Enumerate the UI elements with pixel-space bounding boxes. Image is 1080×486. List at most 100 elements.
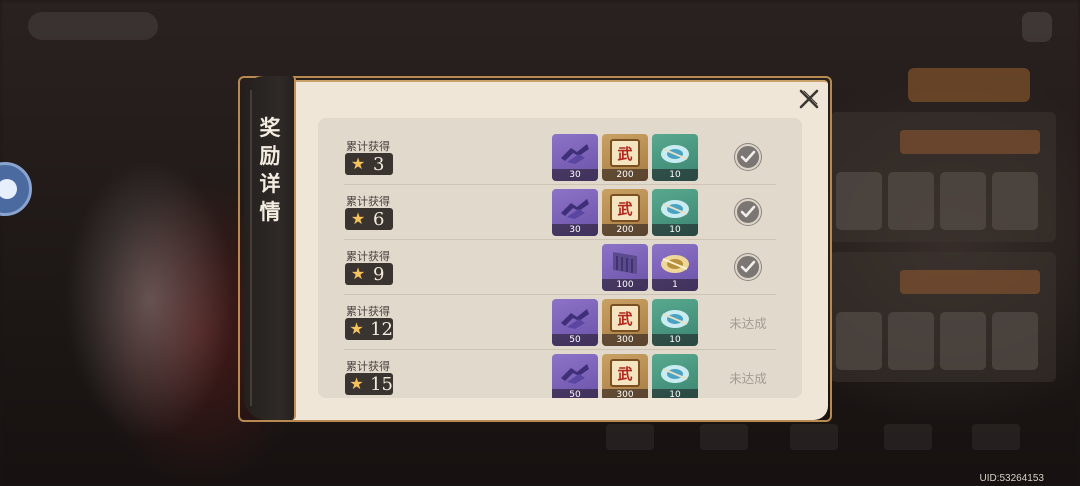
reward-quantity: 50 xyxy=(552,389,598,398)
reward-quantity: 30 xyxy=(552,224,598,236)
star-icon: ★ xyxy=(350,154,366,173)
reward-items: 30 武 200 10 xyxy=(552,134,698,181)
background-panel-2 xyxy=(830,252,1056,382)
reward-quantity: 1 xyxy=(652,279,698,291)
reward-list: 累计获得 ★ 3 30 武 200 10 累计获得 ★ 6 30 武 200 10 累计获得 ★ 9 100 1 累计… xyxy=(318,118,802,398)
star-count: 15 xyxy=(370,373,393,395)
reward-item-fan-token[interactable]: 10 xyxy=(652,189,698,236)
reward-item-martial-scroll[interactable]: 武 300 xyxy=(602,354,648,398)
gold-token-icon xyxy=(652,248,698,278)
reward-item-fan-token[interactable]: 10 xyxy=(652,354,698,398)
person-icon xyxy=(0,179,17,199)
dialog-side-tab: 奖励详情 xyxy=(244,76,296,420)
star-count: 12 xyxy=(370,318,393,340)
star-requirement: ★ 9 xyxy=(345,263,393,285)
fan-token-icon xyxy=(652,358,698,388)
reward-quantity: 200 xyxy=(602,224,648,236)
scroll-glyph: 武 xyxy=(610,304,640,332)
fan-token-icon xyxy=(652,193,698,223)
star-count: 6 xyxy=(373,208,385,230)
cumulative-label: 累计获得 xyxy=(346,305,390,318)
reward-items: 50 武 300 10 xyxy=(552,354,698,398)
cumulative-label: 累计获得 xyxy=(346,195,390,208)
reward-items: 50 武 300 10 xyxy=(552,299,698,346)
purple-material-icon xyxy=(552,358,598,388)
cumulative-label: 累计获得 xyxy=(346,250,390,263)
star-icon: ★ xyxy=(349,374,364,393)
reward-item-fan-token[interactable]: 10 xyxy=(652,134,698,181)
purple-material-icon xyxy=(552,193,598,223)
star-requirement: ★ 6 xyxy=(345,208,393,230)
reward-item-purple-material[interactable]: 30 xyxy=(552,134,598,181)
checkmark-icon xyxy=(735,199,761,225)
reward-item-martial-scroll[interactable]: 武 300 xyxy=(602,299,648,346)
background-bottom-tab xyxy=(790,424,838,450)
reward-row: 累计获得 ★ 9 100 1 xyxy=(344,240,776,295)
reward-item-purple-chest[interactable]: 100 xyxy=(602,244,648,291)
uid-label: UID:53264153 xyxy=(979,473,1045,484)
background-top-left-widget xyxy=(28,12,158,40)
star-count: 3 xyxy=(373,153,385,175)
star-count: 9 xyxy=(373,263,385,285)
background-top-right-button xyxy=(1022,12,1052,42)
fan-token-icon xyxy=(652,138,698,168)
background-bottom-tab xyxy=(606,424,654,450)
close-x-icon xyxy=(799,89,819,109)
reward-items: 30 武 200 10 xyxy=(552,189,698,236)
reward-items: 100 1 xyxy=(602,244,698,291)
claimed-status xyxy=(724,142,772,172)
background-bottom-tab xyxy=(972,424,1020,450)
star-icon: ★ xyxy=(349,319,364,338)
background-panel-1 xyxy=(830,112,1056,242)
reward-quantity: 10 xyxy=(652,334,698,346)
reward-row: 累计获得 ★ 12 50 武 300 10 未达成 xyxy=(344,295,776,350)
dialog-title: 奖励详情 xyxy=(259,115,281,224)
star-icon: ★ xyxy=(350,264,366,283)
scroll-glyph: 武 xyxy=(610,194,640,222)
martial-scroll-icon: 武 xyxy=(602,193,648,223)
reward-details-dialog: 奖励详情 累计获得 ★ 3 30 武 200 10 累计获得 ★ 6 30 武 200 10 累计获得 ★ 9 1… xyxy=(238,76,832,422)
martial-scroll-icon: 武 xyxy=(602,138,648,168)
claimed-status xyxy=(724,252,772,282)
star-requirement: ★ 12 xyxy=(345,318,393,340)
background-orange-button xyxy=(908,68,1030,102)
star-requirement: ★ 3 xyxy=(345,153,393,175)
reward-quantity: 30 xyxy=(552,169,598,181)
claimed-status xyxy=(724,197,772,227)
close-button[interactable] xyxy=(794,84,824,114)
checkmark-icon xyxy=(735,254,761,280)
fan-token-icon xyxy=(652,303,698,333)
reward-quantity: 10 xyxy=(652,224,698,236)
cumulative-label: 累计获得 xyxy=(346,140,390,153)
reward-quantity: 50 xyxy=(552,334,598,346)
reward-row: 累计获得 ★ 15 50 武 300 10 未达成 xyxy=(344,350,776,398)
star-requirement: ★ 15 xyxy=(345,373,393,395)
reward-item-purple-material[interactable]: 50 xyxy=(552,354,598,398)
background-bottom-tab xyxy=(884,424,932,450)
scroll-glyph: 武 xyxy=(610,359,640,387)
reward-item-purple-material[interactable]: 50 xyxy=(552,299,598,346)
reward-item-martial-scroll[interactable]: 武 200 xyxy=(602,189,648,236)
reward-item-martial-scroll[interactable]: 武 200 xyxy=(602,134,648,181)
martial-scroll-icon: 武 xyxy=(602,358,648,388)
purple-material-icon xyxy=(552,138,598,168)
reward-quantity: 100 xyxy=(602,279,648,291)
status-text: 未达成 xyxy=(729,370,767,386)
reward-quantity: 300 xyxy=(602,389,648,398)
reward-quantity: 200 xyxy=(602,169,648,181)
not-achieved-status: 未达成 xyxy=(724,362,772,392)
not-achieved-status: 未达成 xyxy=(724,307,772,337)
reward-item-purple-material[interactable]: 30 xyxy=(552,189,598,236)
reward-row: 累计获得 ★ 3 30 武 200 10 xyxy=(344,130,776,185)
reward-item-gold-token[interactable]: 1 xyxy=(652,244,698,291)
status-text: 未达成 xyxy=(729,315,767,331)
background-bottom-tab xyxy=(700,424,748,450)
reward-quantity: 300 xyxy=(602,334,648,346)
scroll-glyph: 武 xyxy=(610,139,640,167)
martial-scroll-icon: 武 xyxy=(602,303,648,333)
purple-material-icon xyxy=(552,303,598,333)
cumulative-label: 累计获得 xyxy=(346,360,390,373)
reward-item-fan-token[interactable]: 10 xyxy=(652,299,698,346)
reward-row: 累计获得 ★ 6 30 武 200 10 xyxy=(344,185,776,240)
purple-chest-icon xyxy=(602,248,648,278)
